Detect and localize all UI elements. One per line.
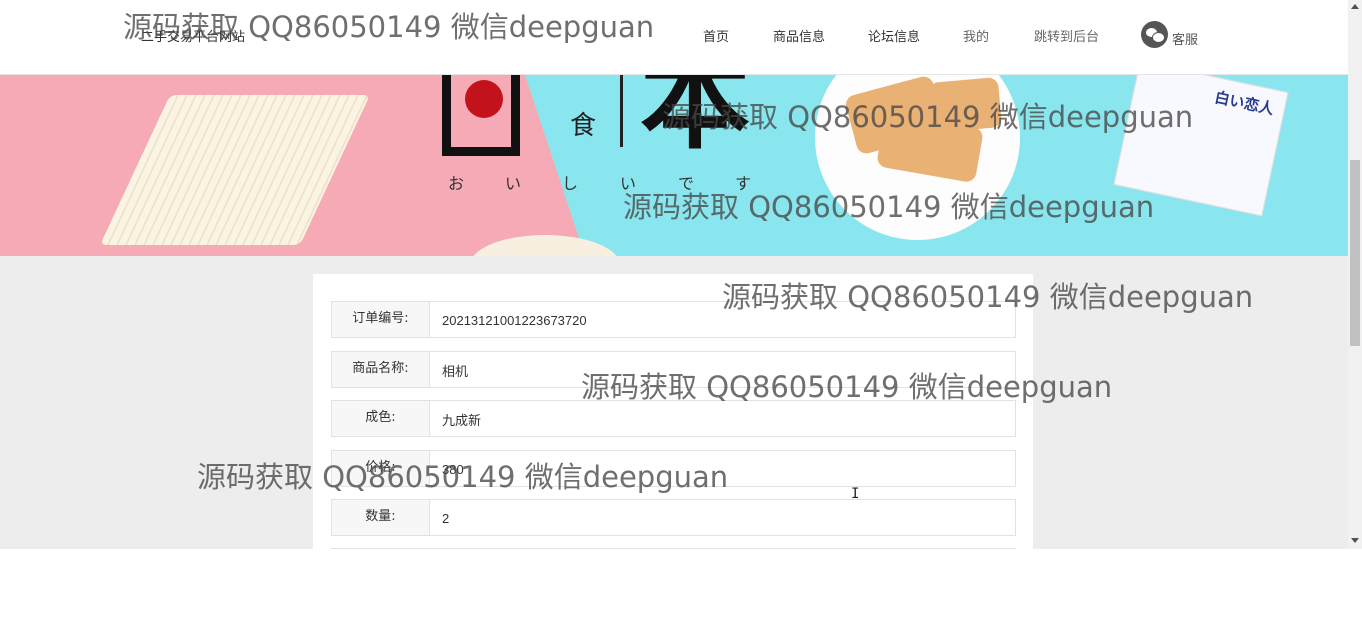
field-price: 价格: (331, 450, 1016, 488)
wechat-icon (1141, 20, 1168, 48)
field-next (331, 548, 1016, 549)
product-name-input[interactable] (440, 352, 1004, 389)
kana-3: し (562, 174, 579, 193)
top-header: 二手交易平台网站 首页 商品信息 论坛信息 我的 跳转到后台 客服 (0, 0, 1348, 75)
field-label: 订单编号: (332, 302, 430, 337)
field-label: 价格: (332, 451, 430, 486)
kana-6: す (735, 174, 752, 193)
nav-home[interactable]: 首页 (703, 26, 729, 45)
page-viewport: 二手交易平台网站 首页 商品信息 论坛信息 我的 跳转到后台 客服 食 本 お … (0, 0, 1362, 549)
field-order-number: 订单编号: (331, 301, 1016, 339)
field-label: 数量: (332, 500, 430, 535)
cookie-image (927, 77, 1003, 133)
banner-divider (620, 75, 623, 147)
kana-1: お (448, 174, 465, 193)
condition-input[interactable] (440, 401, 1004, 438)
field-label: 成色: (332, 401, 430, 436)
kana-5: で (678, 174, 695, 193)
pack-text: 白い恋人 (1213, 88, 1276, 119)
quantity-input[interactable] (440, 500, 1004, 537)
field-product-name: 商品名称: (331, 351, 1016, 389)
kana-4: い (620, 174, 637, 193)
field-label: 商品名称: (332, 352, 430, 387)
order-number-input[interactable] (440, 302, 1004, 339)
field-quantity: 数量: (331, 499, 1016, 537)
red-sun-dot (465, 80, 503, 118)
customer-service-button[interactable]: 客服 (1141, 20, 1198, 48)
text-cursor: I (851, 486, 860, 502)
noodles-image (100, 95, 370, 245)
kanji-shoku: 食 (570, 111, 597, 141)
scrollbar-thumb[interactable] (1350, 160, 1360, 346)
kana-2: い (505, 174, 522, 193)
scroll-down-arrow-icon[interactable] (1351, 538, 1359, 543)
site-title[interactable]: 二手交易平台网站 (141, 26, 245, 45)
nav-admin[interactable]: 跳转到后台 (1034, 26, 1099, 45)
price-input[interactable] (440, 451, 1004, 488)
field-condition: 成色: (331, 400, 1016, 438)
nav-mine[interactable]: 我的 (963, 26, 989, 45)
service-label: 客服 (1172, 33, 1199, 48)
banner-diagonal (525, 75, 585, 256)
kanji-big: 本 (640, 75, 750, 164)
banner-image: 食 本 お い し い で す 白い恋人 (0, 75, 1348, 256)
nav-products[interactable]: 商品信息 (773, 26, 825, 45)
nav-forum[interactable]: 论坛信息 (868, 26, 920, 45)
scroll-up-arrow-icon[interactable] (1351, 4, 1359, 9)
